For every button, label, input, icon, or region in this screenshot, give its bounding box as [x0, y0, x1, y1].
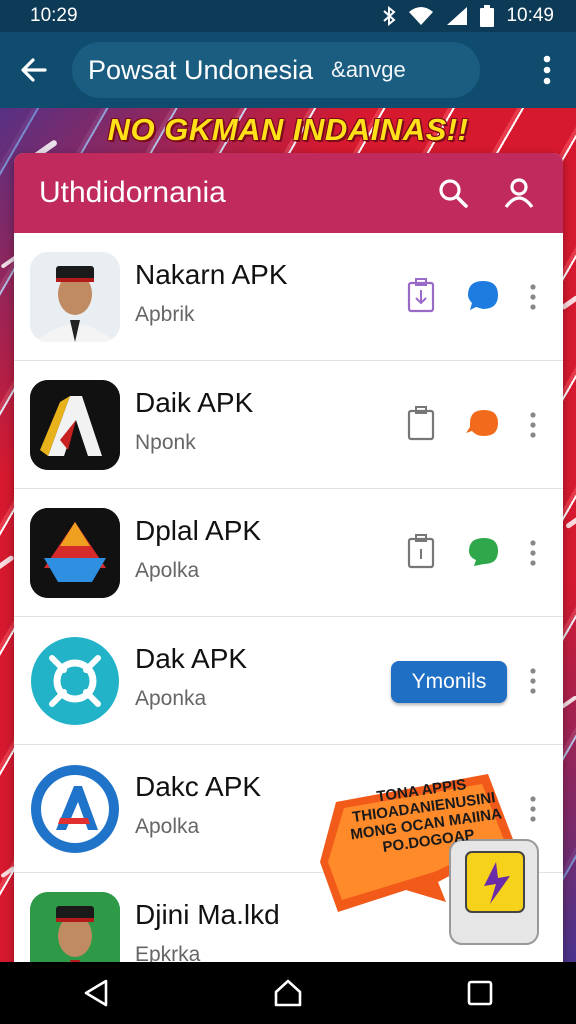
square-recents-icon: [467, 980, 493, 1006]
app-row[interactable]: Dak APK Aponka Ymonils: [14, 617, 563, 745]
app-bar: Powsat Undonesia &anvge: [0, 32, 576, 108]
share-icon[interactable]: [464, 277, 502, 313]
share-icon[interactable]: [464, 533, 502, 569]
battery-icon: [480, 5, 495, 27]
app-name: Daik APK: [135, 387, 254, 418]
back-button[interactable]: [14, 50, 54, 90]
row-more-button[interactable]: [522, 405, 544, 445]
download-icon[interactable]: [406, 405, 436, 441]
overflow-menu-button[interactable]: [532, 50, 562, 90]
more-vert-icon: [530, 412, 536, 438]
promo-banner: NO GKMAN INDAINAS!!: [107, 112, 469, 147]
app-name: Nakarn APK: [135, 259, 288, 290]
nav-back-button[interactable]: [66, 968, 126, 1018]
status-bar: 10:29 10:49: [0, 0, 576, 32]
app-row[interactable]: Nakarn APK Apbrik: [14, 233, 563, 361]
search-bar[interactable]: Powsat Undonesia &anvge: [72, 42, 480, 98]
search-subtext: &anvge: [331, 57, 406, 82]
more-vert-icon: [530, 668, 536, 694]
status-time-left: 10:29: [30, 5, 78, 26]
app-icon-prism: [30, 508, 120, 598]
app-name: Dakc APK: [135, 771, 262, 802]
more-vert-icon: [530, 540, 536, 566]
nav-home-button[interactable]: [258, 968, 318, 1018]
download-icon[interactable]: [406, 277, 436, 313]
row-more-button[interactable]: [522, 661, 544, 701]
share-icon[interactable]: [464, 405, 502, 441]
card-title: Uthdidornania: [39, 176, 226, 209]
app-row[interactable]: Daik APK Nponk: [14, 361, 563, 489]
app-icon-app-store: [30, 764, 120, 854]
search-button[interactable]: [431, 171, 475, 215]
download-icon[interactable]: [406, 533, 436, 569]
app-name: Dak APK: [135, 643, 248, 674]
search-text: Powsat Undonesia: [88, 54, 314, 85]
app-name: Dplal APK: [135, 515, 262, 546]
search-icon: [439, 179, 468, 208]
signal-icon: [447, 7, 468, 25]
row-more-button[interactable]: [522, 533, 544, 573]
more-vert-icon: [543, 55, 551, 85]
nav-recents-button[interactable]: [450, 968, 510, 1018]
card-header: Uthdidornania: [14, 153, 563, 233]
install-button[interactable]: Ymonils: [391, 661, 507, 703]
promo-sticker[interactable]: TONA APPIS THIOADANIENUSINI MONG OCAN MA…: [318, 762, 550, 962]
row-more-button[interactable]: [522, 277, 544, 317]
app-subtitle: Aponka: [135, 687, 207, 710]
system-nav-bar: [0, 962, 576, 1024]
triangle-back-icon: [84, 979, 108, 1007]
app-row[interactable]: Dplal APK Apolka: [14, 489, 563, 617]
app-subtitle: Apolka: [135, 559, 200, 582]
app-icon-circle: [30, 636, 120, 726]
app-icon-portrait: [30, 252, 120, 342]
app-icon-letter-a: [30, 380, 120, 470]
account-button[interactable]: [497, 171, 541, 215]
wifi-icon: [409, 7, 434, 25]
app-subtitle: Apbrik: [135, 303, 195, 326]
status-time-right: 10:49: [506, 5, 554, 26]
app-subtitle: Nponk: [135, 431, 196, 454]
home-icon: [274, 979, 302, 1007]
person-icon: [504, 178, 534, 208]
app-name: Djini Ma.lkd: [135, 899, 280, 930]
arrow-left-icon: [21, 58, 47, 82]
more-vert-icon: [530, 284, 536, 310]
bluetooth-icon: [383, 6, 396, 26]
app-subtitle: Apolka: [135, 815, 200, 838]
